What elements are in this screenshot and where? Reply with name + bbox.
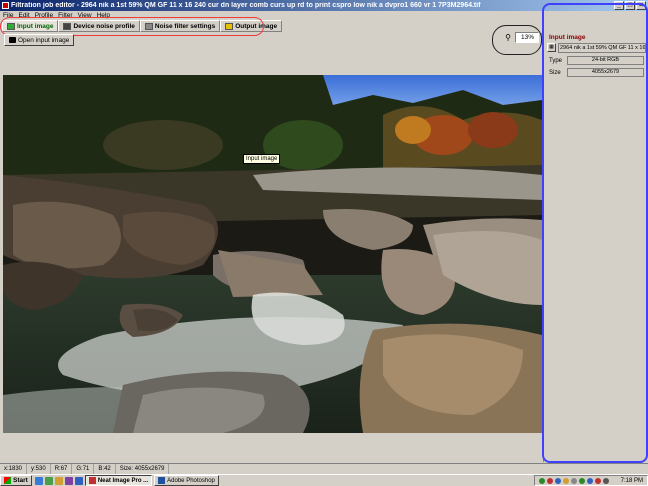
output-icon: [225, 22, 234, 30]
status-y: y:530: [27, 463, 51, 475]
zoom-field[interactable]: 13%: [515, 32, 539, 43]
quick-launch: [34, 476, 83, 485]
window-controls: _ □ ×: [614, 1, 646, 10]
tray-icon[interactable]: [578, 477, 585, 484]
open-button-label: Open input image: [18, 36, 70, 44]
river-photo: [3, 75, 542, 433]
task-label: Adobe Photoshop: [167, 477, 215, 484]
size-row: Size 4055x2679: [549, 68, 644, 77]
desktop-icon[interactable]: [44, 476, 53, 485]
tab-noise-filter-settings[interactable]: Noise filter settings: [139, 20, 221, 32]
type-row: Type 24-bit RGB: [549, 56, 644, 65]
start-button[interactable]: Start: [0, 475, 32, 486]
app-launch-icon[interactable]: [74, 476, 83, 485]
tray-icon[interactable]: [570, 477, 577, 484]
menu-bar: File Edit Profile Filter View Help: [0, 11, 648, 20]
size-label: Size: [549, 69, 561, 76]
file-row: ▦ 2964 nik a 1st 59% QM GF 11 x 16 240 c…: [547, 42, 646, 53]
tray-icon[interactable]: [554, 477, 561, 484]
tab-label: Output image: [235, 22, 278, 30]
status-r: R:67: [51, 463, 73, 475]
input-icon: [7, 22, 15, 30]
app-icon: [2, 2, 9, 9]
status-size: Size: 4055x2679: [116, 463, 170, 475]
workflow-tabs: Input image Device noise profile Noise f…: [2, 20, 283, 32]
task-photoshop[interactable]: Adobe Photoshop: [154, 475, 219, 486]
tab-label: Input image: [17, 22, 54, 30]
clock: 7:18 PM: [620, 477, 643, 484]
tab-input-image[interactable]: Input image: [2, 20, 59, 32]
input-image-panel: Input image ▦ 2964 nik a 1st 59% QM GF 1…: [543, 32, 648, 462]
status-x: x:1830: [0, 463, 28, 475]
close-button[interactable]: ×: [636, 1, 646, 10]
file-icon[interactable]: ▦: [547, 43, 556, 52]
size-value: 4055x2679: [567, 68, 644, 77]
neat-image-icon: [88, 477, 96, 484]
media-icon[interactable]: [64, 476, 73, 485]
file-name-field[interactable]: 2964 nik a 1st 59% QM GF 11 x 16 240 cur…: [558, 42, 646, 53]
zoom-control: ⚲ 13% ▲ ▼: [503, 32, 547, 43]
menu-view[interactable]: View: [77, 12, 96, 19]
tab-output-image[interactable]: Output image: [220, 20, 283, 32]
filter-icon: [144, 22, 153, 30]
task-label: Neat Image Pro ...: [97, 477, 149, 484]
panel-title: Input image: [549, 34, 586, 41]
tray-icon[interactable]: [538, 477, 545, 484]
status-g: G:71: [72, 463, 95, 475]
tab-label: Device noise profile: [73, 22, 135, 30]
status-bar: x:1830 y:530 R:67 G:71 B:42 Size: 4055x2…: [0, 463, 648, 475]
windows-logo-icon: [4, 477, 11, 484]
menu-edit[interactable]: Edit: [17, 12, 33, 19]
image-preview[interactable]: Input image: [3, 75, 542, 433]
tray-icon[interactable]: [594, 477, 601, 484]
type-label: Type: [549, 57, 563, 64]
open-input-image-button[interactable]: Open input image: [4, 34, 75, 46]
ie-icon[interactable]: [34, 476, 43, 485]
tray-icon[interactable]: [546, 477, 553, 484]
tray-icon[interactable]: [562, 477, 569, 484]
minimize-button[interactable]: _: [614, 1, 624, 10]
tab-label: Noise filter settings: [154, 22, 216, 30]
task-neat-image[interactable]: Neat Image Pro ...: [84, 475, 153, 486]
maximize-button[interactable]: □: [625, 1, 635, 10]
menu-file[interactable]: File: [2, 12, 17, 19]
status-b: B:42: [94, 463, 116, 475]
volume-icon[interactable]: [602, 477, 609, 484]
type-value: 24-bit RGB: [567, 56, 644, 65]
start-label: Start: [13, 477, 28, 484]
tray-icon[interactable]: [586, 477, 593, 484]
folder-icon[interactable]: [54, 476, 63, 485]
folder-icon: [9, 37, 16, 43]
title-bar: Filtration job editor - 2964 nik a 1st 5…: [0, 0, 648, 11]
window-title: Filtration job editor - 2964 nik a 1st 5…: [11, 2, 481, 9]
photoshop-icon: [158, 477, 166, 484]
system-tray: 7:18 PM: [533, 475, 648, 486]
magnifier-icon: ⚲: [505, 32, 511, 42]
device-icon: [63, 22, 72, 30]
preview-tooltip: Input image: [243, 154, 281, 164]
tab-device-noise-profile[interactable]: Device noise profile: [58, 20, 140, 32]
menu-help[interactable]: Help: [96, 12, 114, 19]
taskbar: Start Neat Image Pro ... Adobe Photoshop…: [0, 474, 648, 486]
menu-profile[interactable]: Profile: [34, 12, 57, 19]
menu-filter[interactable]: Filter: [57, 12, 76, 19]
